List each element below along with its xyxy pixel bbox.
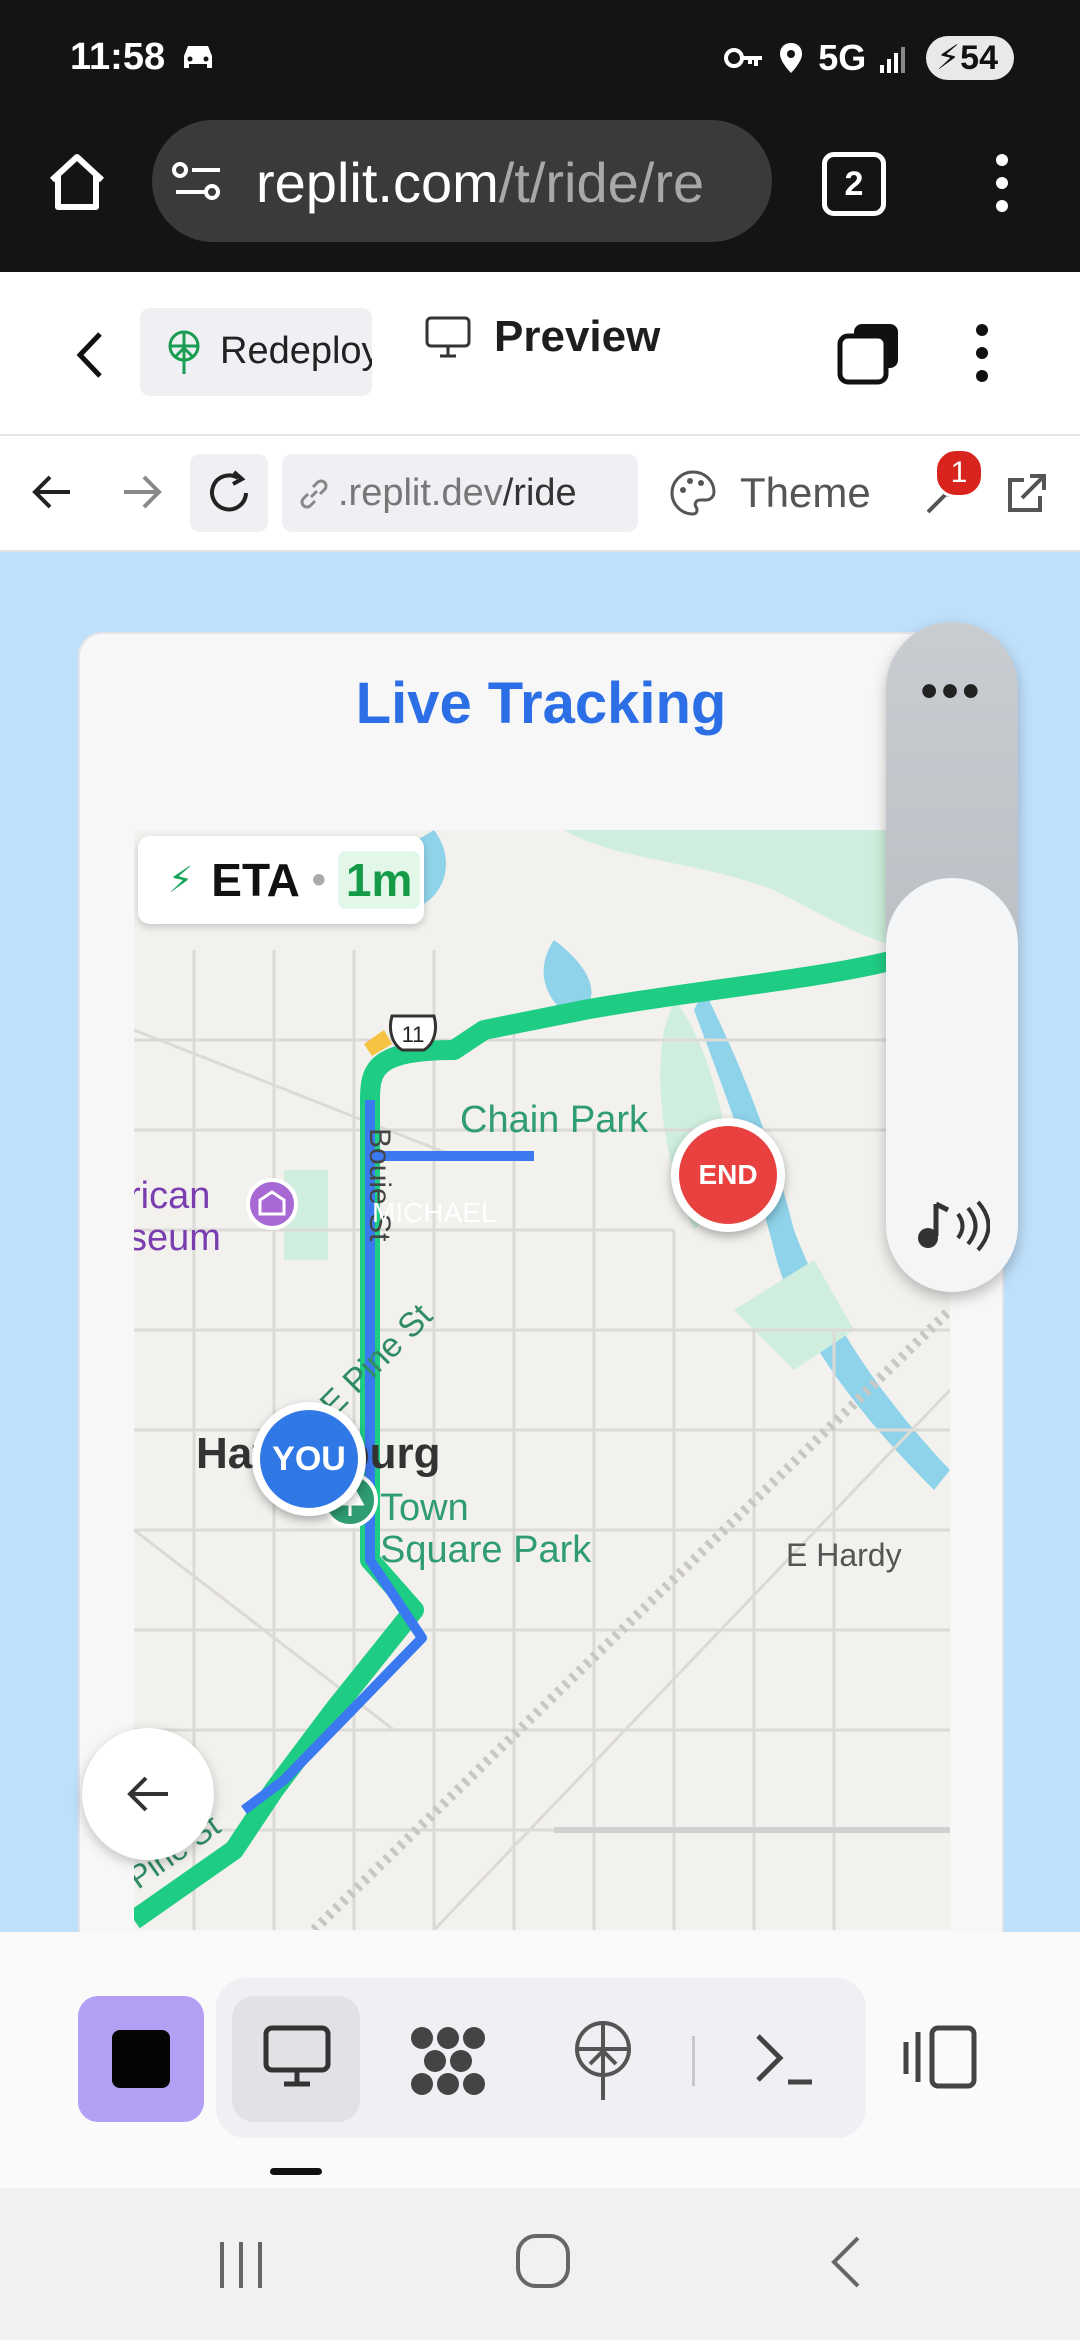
volume-more-icon[interactable]: ••• [886,664,1018,719]
home-button-icon[interactable] [514,2232,572,2290]
bottom-toolbar [0,1932,1080,2188]
system-back-icon[interactable] [826,2234,864,2290]
notification-badge: 1 [934,448,984,498]
museum-pin-icon[interactable] [246,1178,298,1230]
url-host: replit.com [256,151,499,214]
preview-url-text: .replit.dev/ride [338,472,577,515]
terminal-icon[interactable] [752,2028,816,2088]
museum-label-1: rican [134,1175,210,1217]
theme-label: Theme [740,469,871,516]
reload-icon [210,470,248,512]
browser-url-text: replit.com/t/ride/re [256,150,756,215]
preview-url-path: /ride [502,472,577,514]
district-label: MICHAEL [372,1197,496,1228]
hardy-label: E Hardy [786,1537,902,1573]
nav-back-icon[interactable] [30,472,74,512]
museum-label-2: seum [134,1217,221,1259]
nav-forward-icon[interactable] [120,472,164,512]
card-title: Live Tracking [355,671,727,736]
browser-menu-icon[interactable] [992,152,1012,214]
tab-switcher-button[interactable]: 2 [822,152,886,216]
panels-icon[interactable] [902,2024,978,2090]
tool-divider [692,2036,695,2086]
replit-header: Redeploy Preview [0,272,1080,436]
open-external-icon[interactable] [1004,472,1048,516]
toolbar-drag-handle[interactable] [270,2168,322,2175]
park-label: Chain Park [460,1099,649,1141]
recent-apps-icon[interactable] [216,2238,266,2292]
redeploy-button[interactable]: Redeploy [140,308,372,396]
media-volume-icon [918,1200,990,1252]
redeploy-label: Redeploy [220,330,372,372]
town-square-label-2: Square Park [380,1529,592,1571]
arrow-left-icon [127,1776,168,1812]
theme-button[interactable]: Theme [668,468,871,518]
vpn-key-icon [724,48,763,68]
deploy-globe-icon [168,330,200,374]
reload-button[interactable] [190,454,268,532]
map-canvas[interactable]: 11 Chain Park Bouie St MICHAEL rican seu… [134,830,950,1930]
preview-url-prefix: .replit.dev [338,472,503,514]
highway-shield: 11 [388,1014,438,1052]
location-icon [780,43,803,73]
back-chevron-icon[interactable] [74,330,106,380]
eta-separator: • [311,857,326,902]
monitor-icon [425,316,471,358]
map-view[interactable]: 11 Chain Park Bouie St MICHAEL rican seu… [134,830,950,1930]
status-bar: 11:58 5G ⚡54 [0,0,1080,120]
preview-label: Preview [494,312,661,361]
system-nav-bar [0,2188,1080,2340]
tracking-card: Live Tracking 11 Chain Park Bouie St MIC… [78,632,1004,1932]
signal-icon [880,47,906,73]
eta-value: 1m [337,851,421,909]
car-icon [184,46,212,68]
end-marker[interactable]: END [671,1118,785,1232]
url-path: /t/ride/re [498,151,705,214]
battery-level: 54 [960,39,998,77]
you-marker[interactable]: YOU [252,1402,366,1516]
highway-shield-label: 11 [402,1022,425,1047]
status-icons: 5G ⚡54 [724,36,1014,80]
bolt-icon: ⚡ [168,859,194,900]
browser-url-bar[interactable]: replit.com/t/ride/re [152,120,772,242]
palette-icon [670,470,716,516]
preview-nav-row: .replit.dev/ride Theme [0,436,1080,553]
stop-button[interactable] [78,1996,204,2122]
home-icon[interactable] [46,152,108,212]
stop-icon [112,2030,170,2088]
status-time: 11:58 [70,36,166,78]
preview-tab[interactable]: Preview [424,312,660,362]
battery-indicator: ⚡54 [926,36,1014,80]
town-square-label-1: Town [380,1487,469,1529]
eta-chip: ⚡ ETA • 1m [138,836,424,924]
monitor-icon[interactable] [262,2024,332,2090]
tabs-stack-icon[interactable] [836,320,902,386]
back-fab[interactable] [82,1728,214,1860]
agent-icon[interactable] [408,2024,488,2098]
network-type: 5G [818,37,867,78]
site-settings-icon[interactable] [172,160,224,202]
workspace-menu-icon[interactable] [972,322,992,384]
preview-url-field[interactable]: .replit.dev/ride [282,454,638,532]
deploy-icon[interactable] [572,2018,634,2102]
link-icon [300,479,328,509]
eta-label: ETA [211,854,300,906]
